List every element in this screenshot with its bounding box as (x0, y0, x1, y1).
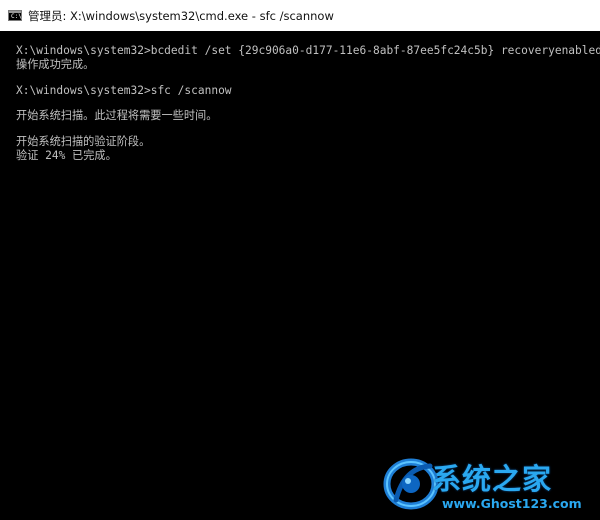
console-line-bcdedit-command: X:\windows\system32>bcdedit /set {29c906… (16, 44, 600, 57)
console-line-verification-phase: 开始系统扫描的验证阶段。 (16, 135, 151, 148)
title-bar[interactable]: C:\ 管理员: X:\windows\system32\cmd.exe - s… (0, 0, 600, 31)
console-line-verification-progress: 验证 24% 已完成。 (16, 149, 117, 162)
console-line-operation-success: 操作成功完成。 (16, 58, 95, 71)
cmd-window: C:\ 管理员: X:\windows\system32\cmd.exe - s… (0, 0, 600, 520)
console-output[interactable]: X:\windows\system32>bcdedit /set {29c906… (0, 31, 600, 520)
console-line-scan-start: 开始系统扫描。此过程将需要一些时间。 (16, 109, 218, 122)
site-watermark: 系统之家 www.Ghost123.com (382, 452, 596, 516)
window-title: 管理员: X:\windows\system32\cmd.exe - sfc /… (28, 8, 334, 23)
watermark-url: www.Ghost123.com (442, 496, 582, 511)
watermark-title: 系统之家 (432, 462, 553, 496)
cmd-window-icon[interactable]: C:\ (8, 10, 22, 21)
console-line-sfc-command: X:\windows\system32>sfc /scannow (16, 84, 232, 97)
